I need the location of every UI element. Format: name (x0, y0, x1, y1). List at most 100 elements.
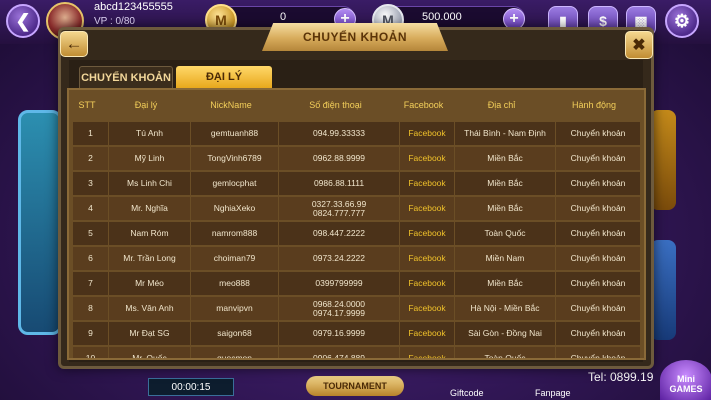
agent-nickname: quocmon (191, 347, 279, 358)
agent-address: Miền Bắc (455, 272, 556, 295)
vip-points: VP : 0/80 (94, 16, 135, 27)
back-arrow-icon[interactable]: ❮ (6, 4, 40, 38)
game-card-left[interactable] (18, 110, 62, 335)
column-header-facebook: Facebook (403, 100, 444, 110)
facebook-link[interactable]: Facebook (400, 272, 455, 295)
facebook-link[interactable]: Facebook (400, 122, 455, 145)
agent-name: Mr Méo (109, 272, 191, 295)
row-number: 4 (73, 197, 109, 220)
transfer-action[interactable]: Chuyển khoản (556, 222, 640, 245)
tab-transfer[interactable]: CHUYỂN KHOẢN (79, 66, 173, 88)
silver-balance: 500.000 (422, 11, 462, 23)
row-number: 10 (73, 347, 109, 358)
agent-address: Toàn Quốc (455, 347, 556, 358)
agent-name: Mỹ Linh (109, 147, 191, 170)
gear-icon[interactable]: ⚙ (665, 4, 699, 38)
username: abcd123455555 (94, 1, 173, 13)
table-header: STT Đại lý NickName Số điện thoại Facebo… (69, 90, 644, 120)
transfer-action[interactable]: Chuyển khoản (556, 322, 640, 345)
table-row: 1 Tú Anh gemtuanh88 094.99.33333 Facebook Thá… (73, 122, 640, 145)
agent-name: Mr. Trần Long (109, 247, 191, 270)
transfer-action[interactable]: Chuyển khoản (556, 347, 640, 358)
column-header-action: Hành động (571, 100, 617, 110)
jackpot-timer: 00:00:15 (148, 378, 234, 396)
modal-close-button[interactable]: ✖ (625, 31, 653, 59)
tournament-button[interactable]: TOURNAMENT (306, 376, 404, 396)
column-header-address: Địa chỉ (487, 100, 516, 110)
fanpage-label[interactable]: Fanpage (535, 388, 571, 398)
transfer-action[interactable]: Chuyển khoản (556, 272, 640, 295)
agent-phone: 0979.16.9999 (279, 322, 400, 345)
mini-games-button[interactable]: Mini GAMES (660, 360, 711, 400)
agent-address: Toàn Quốc (455, 222, 556, 245)
agent-name: Mr Đạt SG (109, 322, 191, 345)
agent-name: Ms. Vân Anh (109, 297, 191, 320)
modal-back-button[interactable]: ← (60, 31, 88, 57)
agent-nickname: namrom888 (191, 222, 279, 245)
agent-nickname: manvipvn (191, 297, 279, 320)
row-number: 2 (73, 147, 109, 170)
facebook-link[interactable]: Facebook (400, 297, 455, 320)
agent-name: Ms Linh Chi (109, 172, 191, 195)
agent-address: Miền Bắc (455, 197, 556, 220)
row-number: 1 (73, 122, 109, 145)
table-row: 9 Mr Đạt SG saigon68 0979.16.9999 Facebook Sà… (73, 322, 640, 345)
agent-nickname: gemtuanh88 (191, 122, 279, 145)
transfer-action[interactable]: Chuyển khoản (556, 147, 640, 170)
agent-nickname: gemlocphat (191, 172, 279, 195)
agent-nickname: NghiaXeko (191, 197, 279, 220)
transfer-action[interactable]: Chuyển khoản (556, 297, 640, 320)
agent-address: Thái Bình - Nam Định (455, 122, 556, 145)
tab-agents[interactable]: ĐẠI LÝ (176, 66, 272, 88)
facebook-link[interactable]: Facebook (400, 347, 455, 358)
row-number: 5 (73, 222, 109, 245)
facebook-link[interactable]: Facebook (400, 222, 455, 245)
transfer-action[interactable]: Chuyển khoản (556, 197, 640, 220)
row-number: 6 (73, 247, 109, 270)
agent-address: Miền Nam (455, 247, 556, 270)
table-row: 5 Nam Róm namrom888 098.447.2222 Facebook Toà… (73, 222, 640, 245)
agent-phone: 098.447.2222 (279, 222, 400, 245)
facebook-link[interactable]: Facebook (400, 197, 455, 220)
agent-nickname: TongVinh6789 (191, 147, 279, 170)
transfer-action[interactable]: Chuyển khoản (556, 247, 640, 270)
row-number: 7 (73, 272, 109, 295)
transfer-action[interactable]: Chuyển khoản (556, 122, 640, 145)
agent-phone: 0962.88.9999 (279, 147, 400, 170)
column-header-nickname: NickName (210, 100, 252, 110)
column-header-stt: STT (78, 100, 96, 110)
agent-nickname: choiman79 (191, 247, 279, 270)
table-row: 10 Mr. Quốc quocmon 0906.474.889 Facebook Toà… (73, 347, 640, 358)
facebook-link[interactable]: Facebook (400, 322, 455, 345)
agent-phone: 0327.33.66.99 0824.777.777 (279, 197, 400, 220)
agents-table: STT Đại lý NickName Số điện thoại Facebo… (67, 88, 646, 360)
agent-phone: 0986.88.1111 (279, 172, 400, 195)
table-row: 8 Ms. Vân Anh manvipvn 0968.24.0000 0974.17… (73, 297, 640, 320)
facebook-link[interactable]: Facebook (400, 147, 455, 170)
column-header-phone: Số điện thoại (309, 100, 362, 110)
agent-address: Sài Gòn - Đồng Nai (455, 322, 556, 345)
row-number: 9 (73, 322, 109, 345)
agent-phone: 0968.24.0000 0974.17.9999 (279, 297, 400, 320)
agent-phone: 0399799999 (279, 272, 400, 295)
giftcode-label[interactable]: Giftcode (450, 388, 484, 398)
agent-nickname: meo888 (191, 272, 279, 295)
facebook-link[interactable]: Facebook (400, 172, 455, 195)
facebook-link[interactable]: Facebook (400, 247, 455, 270)
arrow-left-icon: ← (65, 34, 83, 53)
row-number: 3 (73, 172, 109, 195)
agent-name: Nam Róm (109, 222, 191, 245)
agent-name: Mr. Quốc (109, 347, 191, 358)
row-number: 8 (73, 297, 109, 320)
gold-balance: 0 (280, 11, 287, 23)
transfer-action[interactable]: Chuyển khoản (556, 172, 640, 195)
agent-address: Miền Bắc (455, 147, 556, 170)
agent-name: Tú Anh (109, 122, 191, 145)
agent-nickname: saigon68 (191, 322, 279, 345)
table-row: 6 Mr. Trần Long choiman79 0973.24.2222 Faceb… (73, 247, 640, 270)
table-row: 4 Mr. Nghĩa NghiaXeko 0327.33.66.99 0824.77… (73, 197, 640, 220)
agent-address: Miền Bắc (455, 172, 556, 195)
table-row: 2 Mỹ Linh TongVinh6789 0962.88.9999 Facebook… (73, 147, 640, 170)
agent-name: Mr. Nghĩa (109, 197, 191, 220)
hotline: Tel: 0899.19 (588, 370, 654, 384)
